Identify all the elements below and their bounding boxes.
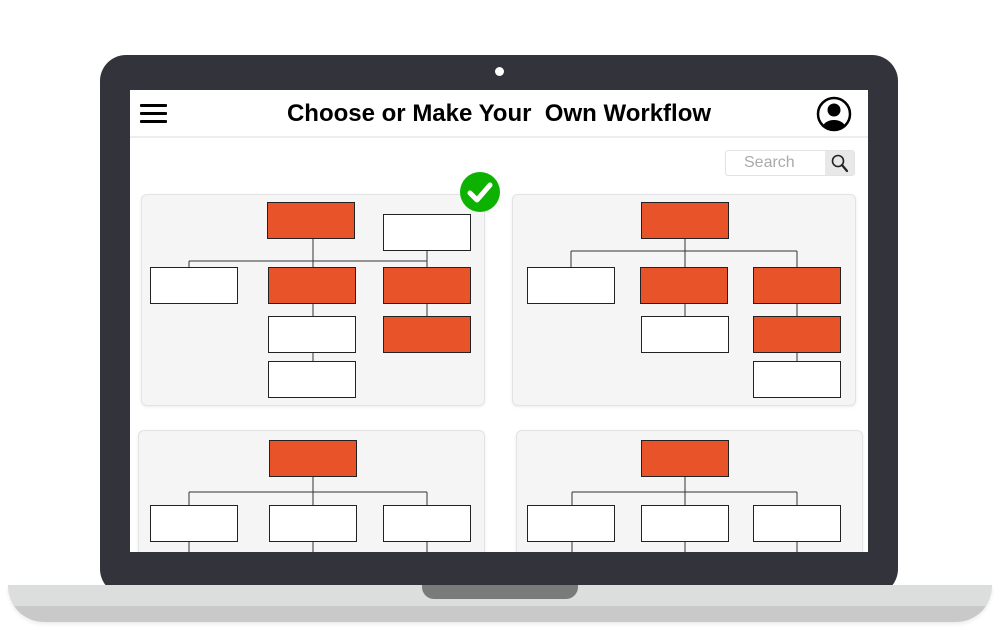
- workflow-step: [269, 505, 357, 542]
- workflow-step: [268, 316, 356, 353]
- workflow-step: [268, 361, 356, 398]
- workflow-step-highlighted: [640, 267, 728, 304]
- workflow-step: [383, 505, 471, 542]
- workflow-step: [641, 505, 729, 542]
- workflow-step-highlighted: [641, 202, 729, 239]
- workflow-step: [753, 361, 841, 398]
- workflow-step-highlighted: [267, 202, 355, 239]
- workflow-diagrams: [150, 202, 841, 552]
- laptop-camera: [495, 67, 504, 76]
- workflow-step-highlighted: [269, 440, 357, 477]
- workflow-step: [753, 505, 841, 542]
- workflow-step: [527, 267, 615, 304]
- workflow-step: [641, 316, 729, 353]
- workflow-step: [150, 267, 238, 304]
- workflow-step-highlighted: [753, 267, 841, 304]
- laptop-notch: [422, 585, 578, 599]
- workflow-step-highlighted: [383, 267, 471, 304]
- workflow-step: [527, 505, 615, 542]
- workflow-step-highlighted: [753, 316, 841, 353]
- workflow-step-highlighted: [268, 267, 356, 304]
- workflow-step: [383, 214, 471, 251]
- workflow-step-highlighted: [383, 316, 471, 353]
- laptop-base-edge: [8, 606, 992, 622]
- laptop-screen: Choose or Make Your Own Workflow: [130, 90, 868, 552]
- check-circle-icon: [460, 172, 500, 212]
- workflow-step-highlighted: [641, 440, 729, 477]
- workflow-step: [150, 505, 238, 542]
